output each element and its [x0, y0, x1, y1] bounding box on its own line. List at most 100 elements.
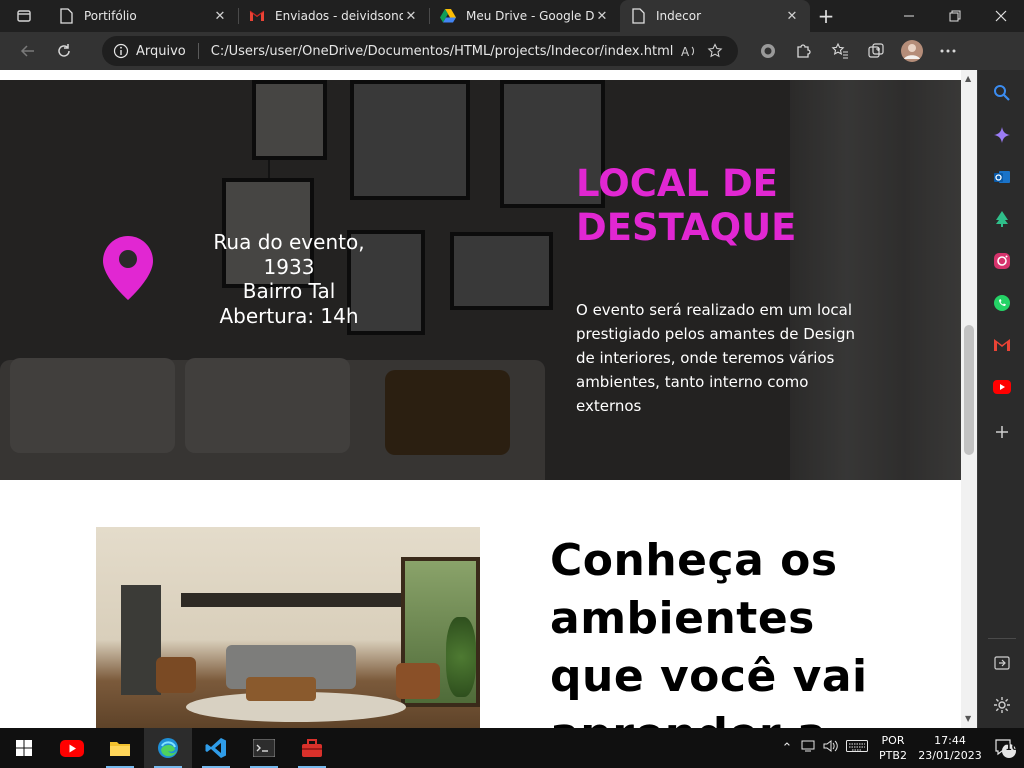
scroll-down-icon[interactable]: ▼ — [965, 714, 971, 723]
arrow-left-icon — [20, 45, 34, 57]
close-tab-icon[interactable]: ✕ — [784, 9, 800, 24]
google-drive-icon — [440, 8, 456, 24]
sidebar-youtube-button[interactable] — [991, 376, 1013, 398]
close-tab-icon[interactable]: ✕ — [403, 9, 419, 24]
event-address: Rua do evento, 1933 Bairro Tal Abertura:… — [195, 230, 383, 328]
settings-more-button[interactable] — [930, 35, 966, 67]
section-title: LOCAL DE DESTAQUE — [576, 162, 796, 250]
sidebar-search-button[interactable] — [991, 82, 1013, 104]
room-photo — [96, 527, 480, 728]
plus-icon — [996, 426, 1008, 438]
sidebar-divider — [988, 638, 1016, 639]
start-button[interactable] — [0, 728, 48, 768]
keyboard-icon[interactable] — [842, 740, 872, 756]
gear-icon — [994, 697, 1010, 713]
close-tab-icon[interactable]: ✕ — [212, 9, 228, 24]
minimize-icon — [904, 15, 914, 17]
profile-button[interactable] — [894, 35, 930, 67]
extension-circle-icon — [761, 44, 775, 58]
language-code: POR — [881, 734, 905, 747]
extensions-button[interactable] — [786, 35, 822, 67]
read-aloud-icon[interactable]: A — [676, 44, 702, 58]
whatsapp-icon — [994, 295, 1010, 311]
tab-indecor[interactable]: Indecor ✕ — [620, 0, 810, 32]
sidebar-gmail-button[interactable] — [991, 334, 1013, 356]
address-url[interactable]: C:/Users/user/OneDrive/Documentos/HTML/p… — [211, 44, 676, 59]
taskbar-toolbox[interactable] — [288, 728, 336, 768]
youtube-icon — [60, 739, 84, 757]
room-chair — [156, 657, 196, 693]
address-protocol: Arquivo — [136, 43, 186, 59]
sidebar-settings-button[interactable] — [991, 694, 1013, 716]
scroll-up-icon[interactable]: ▲ — [965, 74, 971, 83]
language-indicator[interactable]: POR PTB2 — [872, 733, 914, 763]
puzzle-icon — [797, 44, 811, 58]
folder-icon — [110, 742, 130, 756]
address-bar[interactable]: Arquivo C:/Users/user/OneDrive/Documento… — [102, 36, 738, 66]
vscode-icon — [205, 738, 226, 758]
sidebar-tree-button[interactable] — [991, 208, 1013, 230]
add-favorite-icon[interactable] — [702, 43, 728, 59]
info-icon[interactable] — [112, 42, 130, 60]
minimize-button[interactable] — [886, 0, 932, 32]
favorites-button[interactable] — [822, 35, 858, 67]
new-tab-button[interactable]: + — [810, 0, 842, 32]
section-description: O evento será realizado em um local pres… — [576, 301, 855, 415]
edge-icon — [158, 738, 178, 758]
collections-button[interactable] — [858, 35, 894, 67]
tab-title: Enviados - deividsonorr — [275, 9, 403, 23]
restore-button[interactable] — [932, 0, 978, 32]
page-viewport[interactable]: Rua do evento, 1933 Bairro Tal Abertura:… — [0, 70, 961, 728]
refresh-button[interactable] — [46, 35, 82, 67]
sidebar-whatsapp-button[interactable] — [991, 292, 1013, 314]
scroll-thumb[interactable] — [964, 325, 974, 455]
edge-sidebar — [977, 70, 1024, 728]
clock[interactable]: 17:44 23/01/2023 — [914, 733, 986, 763]
clock-date: 23/01/2023 — [918, 749, 982, 762]
keyboard-layout: PTB2 — [879, 749, 907, 762]
clock-time: 17:44 — [934, 734, 966, 747]
notification-count: 10 — [1005, 743, 1018, 753]
gmail-icon — [994, 339, 1010, 351]
extension-button[interactable] — [750, 35, 786, 67]
page-scrollbar[interactable]: ▲ ▼ — [961, 70, 977, 728]
page-icon — [58, 8, 74, 24]
sidebar-add-button[interactable] — [991, 421, 1013, 443]
system-tray: ⌃ POR PTB2 17:44 23/01/2023 10 — [776, 728, 1024, 768]
notification-center-button[interactable]: 10 — [986, 737, 1024, 759]
sparkle-icon — [994, 127, 1010, 143]
windows-taskbar: ⌃ POR PTB2 17:44 23/01/2023 10 — [0, 728, 1024, 768]
title-line: LOCAL DE — [576, 162, 778, 205]
taskbar-youtube[interactable] — [48, 728, 96, 768]
sidebar-instagram-button[interactable] — [991, 250, 1013, 272]
taskbar-edge[interactable] — [144, 728, 192, 768]
taskbar-terminal[interactable] — [240, 728, 288, 768]
tab-strip: Portifólio ✕ Enviados - deividsonorr ✕ M… — [0, 0, 1024, 32]
network-icon[interactable] — [798, 739, 820, 757]
tab-actions-icon — [17, 10, 31, 22]
tab-title: Portifólio — [84, 9, 137, 23]
tab-google-drive[interactable]: Meu Drive - Google Driv ✕ — [430, 0, 620, 32]
tab-gmail[interactable]: Enviados - deividsonorr ✕ — [239, 0, 429, 32]
outlook-icon — [994, 171, 1010, 183]
sidebar-hide-button[interactable] — [991, 652, 1013, 674]
tab-actions-button[interactable] — [0, 0, 48, 32]
address-line: 1933 — [263, 254, 315, 279]
more-dots-icon — [940, 49, 956, 53]
taskbar-file-explorer[interactable] — [96, 728, 144, 768]
tab-title: Indecor — [656, 9, 702, 23]
taskbar-vscode[interactable] — [192, 728, 240, 768]
terminal-icon — [253, 739, 275, 757]
back-button[interactable] — [10, 35, 46, 67]
tab-title: Meu Drive - Google Driv — [466, 9, 594, 23]
sidebar-copilot-button[interactable] — [991, 124, 1013, 146]
refresh-icon — [58, 44, 70, 57]
volume-icon[interactable] — [820, 739, 842, 757]
close-window-button[interactable] — [978, 0, 1024, 32]
tray-chevron-up-icon[interactable]: ⌃ — [776, 741, 798, 756]
tab-portifolio[interactable]: Portifólio ✕ — [48, 0, 238, 32]
room-window-strip — [181, 593, 411, 607]
title-line: DESTAQUE — [576, 206, 797, 249]
sidebar-outlook-button[interactable] — [991, 166, 1013, 188]
close-tab-icon[interactable]: ✕ — [594, 9, 610, 24]
